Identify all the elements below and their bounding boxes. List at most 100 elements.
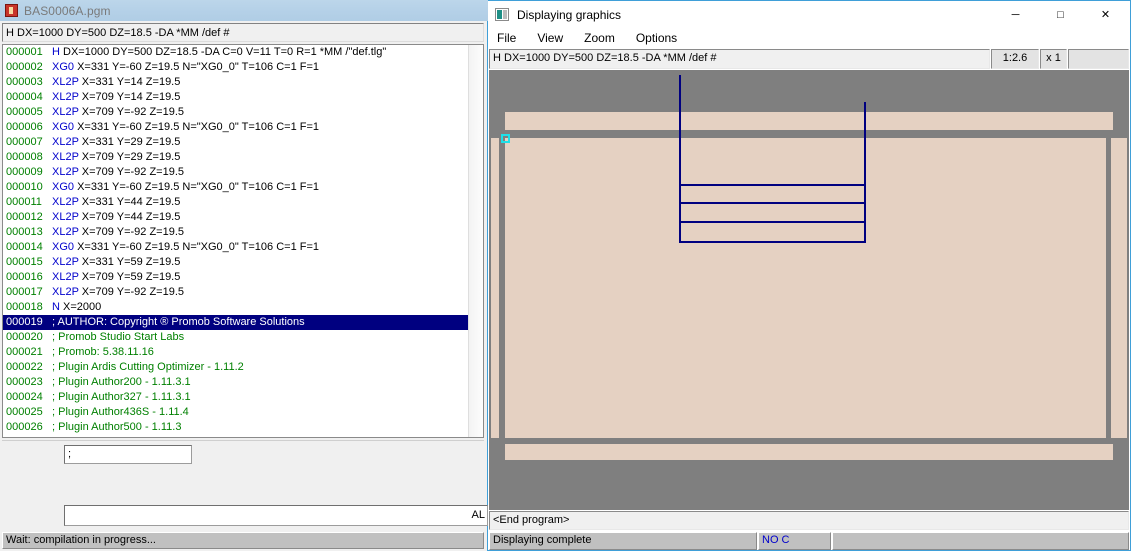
- code-line[interactable]: 000015 XL2P X=331 Y=59 Z=19.5: [3, 255, 469, 270]
- code-line[interactable]: 000021 ; Promob: 5.38.11.16: [3, 345, 469, 360]
- scale-indicator[interactable]: 1:2.6: [991, 49, 1039, 69]
- editor-titlebar[interactable]: BAS0006A.pgm: [0, 0, 488, 21]
- code-keyword: XL2P: [52, 226, 79, 238]
- code-keyword: XL2P: [52, 136, 79, 148]
- code-arguments: X=331 Y=29 Z=19.5: [81, 136, 181, 148]
- graphics-window: Displaying graphics ─ □ ✕ File View Zoom…: [488, 0, 1131, 551]
- code-arguments: X=2000: [63, 301, 102, 313]
- code-arguments: X=331 Y=59 Z=19.5: [81, 256, 181, 268]
- code-keyword: XL2P: [52, 256, 79, 268]
- graphics-status-bar: Displaying complete NO C: [489, 532, 1129, 550]
- line-number: 000010: [6, 181, 43, 193]
- code-arguments: X=709 Y=-92 Z=19.5: [81, 286, 185, 298]
- code-line[interactable]: 000001 H DX=1000 DY=500 DZ=18.5 -DA C=0 V…: [3, 45, 469, 60]
- line-number: 000023: [6, 376, 43, 388]
- code-line[interactable]: 000023 ; Plugin Author200 - 1.11.3.1: [3, 375, 469, 390]
- menu-zoom[interactable]: Zoom: [584, 31, 615, 45]
- code-keyword: XL2P: [52, 271, 79, 283]
- code-arguments: X=331 Y=44 Z=19.5: [81, 196, 181, 208]
- vertical-left-line: [679, 75, 681, 243]
- code-line[interactable]: 000010 XG0 X=331 Y=-60 Z=19.5 N="XG0_0" T…: [3, 180, 469, 195]
- editor-lower-pane: ; AL: [2, 440, 488, 530]
- code-line[interactable]: 000008 XL2P X=709 Y=29 Z=19.5: [3, 150, 469, 165]
- command-input[interactable]: AL: [64, 505, 488, 526]
- graphics-status-extra: [832, 532, 1129, 550]
- program-file-icon: [5, 4, 18, 17]
- graphics-command-line[interactable]: H DX=1000 DY=500 DZ=18.5 -DA *MM /def #: [489, 49, 990, 69]
- code-line[interactable]: 000003 XL2P X=331 Y=14 Z=19.5: [3, 75, 469, 90]
- editor-title: BAS0006A.pgm: [24, 3, 111, 18]
- code-line[interactable]: 000018 N X=2000: [3, 300, 469, 315]
- code-arguments: X=331 Y=14 Z=19.5: [81, 76, 181, 88]
- code-line[interactable]: 000013 XL2P X=709 Y=-92 Z=19.5: [3, 225, 469, 240]
- code-line[interactable]: 000019 ; AUTHOR: Copyright ® Promob Softw…: [3, 315, 469, 330]
- close-button[interactable]: ✕: [1083, 1, 1128, 28]
- menu-options[interactable]: Options: [636, 31, 677, 45]
- line-number: 000017: [6, 286, 43, 298]
- code-line[interactable]: 000016 XL2P X=709 Y=59 Z=19.5: [3, 270, 469, 285]
- code-arguments: X=709 Y=-92 Z=19.5: [81, 226, 185, 238]
- code-line[interactable]: 000025 ; Plugin Author436S - 1.11.4: [3, 405, 469, 420]
- code-line[interactable]: 000020 ; Promob Studio Start Labs: [3, 330, 469, 345]
- line-number: 000016: [6, 271, 43, 283]
- code-editor-area[interactable]: 000001 H DX=1000 DY=500 DZ=18.5 -DA C=0 V…: [2, 44, 484, 438]
- line-number: 000008: [6, 151, 43, 163]
- line-number: 000020: [6, 331, 43, 343]
- code-arguments: X=709 Y=29 Z=19.5: [81, 151, 181, 163]
- horizontal-line-4: [679, 241, 866, 243]
- line-number: 000013: [6, 226, 43, 238]
- graphics-canvas[interactable]: [489, 70, 1129, 510]
- line-number: 000001: [6, 46, 43, 58]
- line-number: 000003: [6, 76, 43, 88]
- menu-view[interactable]: View: [537, 31, 563, 45]
- code-arguments: X=709 Y=-92 Z=19.5: [81, 166, 185, 178]
- code-keyword: N: [52, 301, 60, 313]
- line-number: 000024: [6, 391, 43, 403]
- toolbar-extra-box[interactable]: [1068, 49, 1129, 69]
- code-comment: ; AUTHOR: Copyright ® Promob Software So…: [52, 316, 305, 328]
- line-number: 000026: [6, 421, 43, 433]
- graphics-toolbar: H DX=1000 DY=500 DZ=18.5 -DA *MM /def # …: [489, 49, 1129, 69]
- line-number: 000007: [6, 136, 43, 148]
- code-arguments: X=709 Y=44 Z=19.5: [81, 211, 181, 223]
- code-keyword: XL2P: [52, 76, 79, 88]
- program-editor-window: BAS0006A.pgm H DX=1000 DY=500 DZ=18.5 -D…: [0, 0, 488, 551]
- code-line[interactable]: 000011 XL2P X=331 Y=44 Z=19.5: [3, 195, 469, 210]
- code-comment: ; Plugin Author200 - 1.11.3.1: [52, 376, 191, 388]
- maximize-button[interactable]: □: [1038, 1, 1083, 28]
- code-comment: ; Promob: 5.38.11.16: [52, 346, 154, 358]
- graphics-status-text: Displaying complete: [489, 532, 757, 550]
- code-line[interactable]: 000014 XG0 X=331 Y=-60 Z=19.5 N="XG0_0" T…: [3, 240, 469, 255]
- code-vertical-scrollbar[interactable]: [468, 45, 483, 437]
- code-comment: ; Plugin Author500 - 1.11.3: [52, 421, 182, 433]
- comment-input[interactable]: ;: [64, 445, 192, 464]
- code-arguments: X=709 Y=59 Z=19.5: [81, 271, 181, 283]
- code-line[interactable]: 000004 XL2P X=709 Y=14 Z=19.5: [3, 90, 469, 105]
- line-number: 000002: [6, 61, 43, 73]
- code-arguments: DX=1000 DY=500 DZ=18.5 -DA C=0 V=11 T=0 …: [63, 46, 387, 58]
- code-line[interactable]: 000006 XG0 X=331 Y=-60 Z=19.5 N="XG0_0" T…: [3, 120, 469, 135]
- code-keyword: XL2P: [52, 106, 79, 118]
- code-arguments: X=331 Y=-60 Z=19.5 N="XG0_0" T=106 C=1 F…: [77, 61, 320, 73]
- code-line[interactable]: 000022 ; Plugin Ardis Cutting Optimizer -…: [3, 360, 469, 375]
- code-line[interactable]: 000005 XL2P X=709 Y=-92 Z=19.5: [3, 105, 469, 120]
- multiplier-indicator[interactable]: x 1: [1040, 49, 1067, 69]
- code-line[interactable]: 000009 XL2P X=709 Y=-92 Z=19.5: [3, 165, 469, 180]
- line-number: 000021: [6, 346, 43, 358]
- code-line[interactable]: 000024 ; Plugin Author327 - 1.11.3.1: [3, 390, 469, 405]
- code-line[interactable]: 000002 XG0 X=331 Y=-60 Z=19.5 N="XG0_0" T…: [3, 60, 469, 75]
- top-strip-panel: [505, 112, 1113, 130]
- line-number: 000022: [6, 361, 43, 373]
- code-line[interactable]: 000007 XL2P X=331 Y=29 Z=19.5: [3, 135, 469, 150]
- line-number: 000006: [6, 121, 43, 133]
- horizontal-line-3: [679, 221, 866, 223]
- code-line[interactable]: 000017 XL2P X=709 Y=-92 Z=19.5: [3, 285, 469, 300]
- code-comment: ; Plugin Ardis Cutting Optimizer - 1.11.…: [52, 361, 244, 373]
- code-keyword: XG0: [52, 241, 75, 253]
- menu-file[interactable]: File: [497, 31, 516, 45]
- code-line[interactable]: 000012 XL2P X=709 Y=44 Z=19.5: [3, 210, 469, 225]
- code-arguments: X=331 Y=-60 Z=19.5 N="XG0_0" T=106 C=1 F…: [77, 181, 320, 193]
- code-line[interactable]: 000026 ; Plugin Author500 - 1.11.3: [3, 420, 469, 435]
- minimize-button[interactable]: ─: [993, 1, 1038, 28]
- code-arguments: X=709 Y=-92 Z=19.5: [81, 106, 185, 118]
